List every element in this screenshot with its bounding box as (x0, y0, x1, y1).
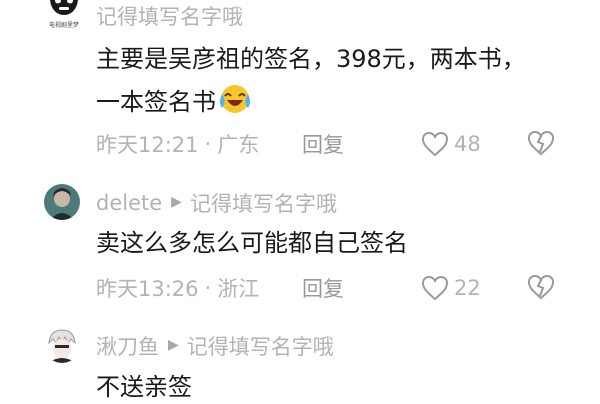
username[interactable]: delete (96, 191, 162, 215)
like-button[interactable]: 22 (420, 272, 481, 304)
reply-arrow-icon: ▶ (168, 337, 179, 353)
heart-outline-icon (421, 131, 449, 157)
username[interactable]: 湫刀鱼 (96, 331, 159, 361)
reply-arrow-icon: ▶ (171, 194, 182, 210)
avatar[interactable] (44, 327, 80, 363)
separator: · (204, 132, 212, 156)
broken-heart-icon (527, 274, 555, 300)
anime-character-avatar-icon (44, 327, 80, 363)
meta-row: 昨天12:21 · 广东 回复 (96, 129, 344, 159)
timestamp: 昨天12:21 (96, 133, 199, 157)
username-row: delete ▶ 记得填写名字哦 (96, 188, 337, 218)
comment-text: 不送亲签 (96, 373, 192, 401)
avatar[interactable] (44, 184, 80, 220)
comment-text: 卖这么多怎么可能都自己签名 (96, 229, 408, 257)
reply-to-username[interactable]: 记得填写名字哦 (187, 331, 334, 361)
separator: · (204, 276, 212, 300)
dislike-button[interactable] (525, 272, 557, 304)
profile-photo-avatar-icon (44, 184, 80, 220)
meta-row: 昨天13:26 · 浙江 回复 (96, 273, 344, 303)
avatar-caption: 电视剧里梦 (48, 22, 79, 29)
avatar[interactable]: 电视剧里梦 (44, 0, 84, 32)
username-row: 湫刀鱼 ▶ 记得填写名字哦 (96, 331, 334, 361)
timestamp: 昨天13:26 (96, 277, 199, 301)
comment-text-line-2: 一本签名书 (96, 82, 252, 119)
like-count: 22 (454, 276, 481, 300)
comment-text: 一本签名书 (96, 88, 216, 116)
reply-button[interactable]: 回复 (302, 129, 344, 159)
dislike-button[interactable] (525, 128, 557, 160)
broken-heart-icon (527, 130, 555, 156)
comment-text-line-1: 主要是吴彦祖的签名，398元，两本书， (96, 45, 526, 73)
laughing-crying-emoji-icon (220, 85, 250, 113)
reply-to-username[interactable]: 记得填写名字哦 (190, 188, 337, 218)
username[interactable]: 记得填写名字哦 (96, 1, 243, 31)
location: 浙江 (217, 277, 260, 301)
like-count: 48 (454, 132, 481, 156)
like-button[interactable]: 48 (420, 128, 481, 160)
location: 广东 (217, 133, 260, 157)
heart-outline-icon (421, 275, 449, 301)
username-row: 记得填写名字哦 (96, 1, 243, 31)
reply-button[interactable]: 回复 (302, 273, 344, 303)
